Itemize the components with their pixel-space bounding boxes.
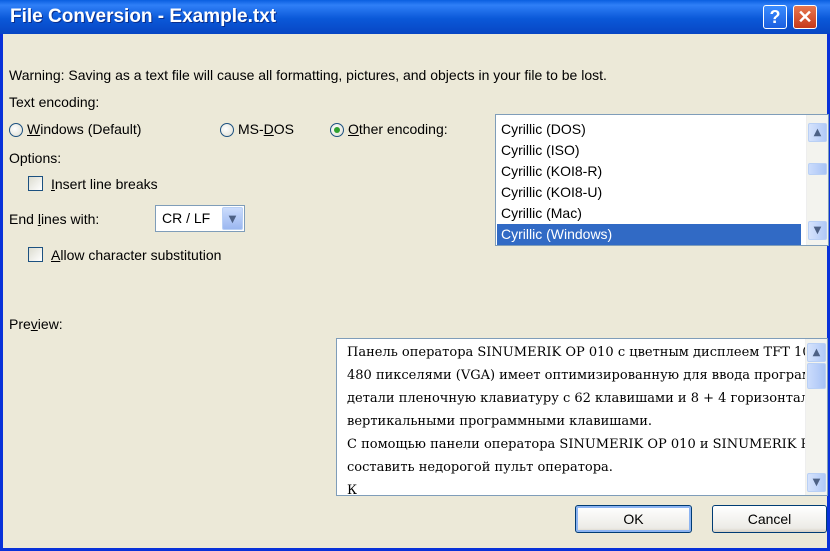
cancel-button[interactable]: Cancel [712, 505, 827, 533]
close-button[interactable]: ✕ [793, 5, 817, 29]
encoding-list-item[interactable]: Cyrillic (DOS) [497, 119, 801, 140]
scroll-thumb[interactable] [808, 163, 827, 175]
scroll-down-icon[interactable]: ▼ [808, 221, 827, 240]
encoding-list-item[interactable]: Cyrillic (KOI8-U) [497, 182, 801, 203]
encoding-list-item-selected[interactable]: Cyrillic (Windows) [497, 224, 801, 245]
warning-text: Warning: Saving as a text file will caus… [9, 67, 607, 83]
insert-line-breaks-label[interactable]: Insert line breaks [51, 176, 158, 192]
scroll-up-icon[interactable]: ▲ [808, 123, 827, 142]
radio-windows-default-label[interactable]: Windows (Default) [27, 121, 141, 137]
encoding-list-item[interactable]: Cyrillic (Mac) [497, 203, 801, 224]
radio-other-encoding-label[interactable]: Other encoding: [348, 121, 448, 137]
preview-label: Preview: [9, 316, 63, 332]
preview-content: Панель оператора SINUMERIK OP 010 с цвет… [347, 341, 828, 496]
preview-line: 480 пикселями (VGA) имеет оптимизированн… [347, 368, 827, 383]
help-button[interactable]: ? [763, 5, 787, 29]
preview-textbox[interactable]: Панель оператора SINUMERIK OP 010 с цвет… [336, 338, 828, 496]
allow-substitution-checkbox[interactable] [28, 247, 43, 262]
preview-line: составить недорогой пульт оператора. [347, 460, 613, 475]
allow-substitution-label[interactable]: Allow character substitution [51, 247, 221, 263]
options-label: Options: [9, 150, 62, 166]
end-lines-dropdown[interactable]: CR / LF ▼ [155, 205, 245, 232]
radio-windows-default[interactable] [9, 123, 23, 137]
encoding-listbox[interactable]: Cyrillic (DOS) Cyrillic (ISO) Cyrillic (… [495, 114, 829, 246]
ok-button[interactable]: OK [575, 505, 692, 533]
text-encoding-label: Text encoding: [9, 94, 100, 110]
encoding-list-item[interactable]: Cyrillic (ISO) [497, 140, 801, 161]
preview-line: С помощью панели оператора SINUMERIK OP … [347, 437, 828, 452]
insert-line-breaks-checkbox[interactable] [28, 176, 43, 191]
preview-scrollbar[interactable]: ▲ ▼ [805, 339, 827, 495]
end-lines-value: CR / LF [162, 210, 211, 226]
end-lines-label: End lines with: [9, 211, 100, 227]
preview-line: К [347, 483, 358, 496]
preview-line: Панель оператора SINUMERIK OP 010 с цвет… [347, 345, 827, 360]
scroll-down-icon[interactable]: ▼ [807, 473, 826, 492]
scroll-thumb[interactable] [807, 363, 826, 389]
encoding-list-scrollbar[interactable]: ▲ ▼ [806, 115, 828, 245]
chevron-down-icon[interactable]: ▼ [222, 207, 243, 230]
preview-line: детали пленочную клавиатуру с 62 клавиша… [347, 391, 828, 406]
radio-ms-dos-label[interactable]: MS-DOS [238, 121, 294, 137]
encoding-list-item[interactable]: Cyrillic (KOI8-R) [497, 161, 801, 182]
file-conversion-dialog: File Conversion - Example.txt ? ✕ Warnin… [0, 0, 830, 551]
radio-ms-dos[interactable] [220, 123, 234, 137]
title-bar[interactable]: File Conversion - Example.txt ? ✕ [0, 0, 830, 34]
radio-other-encoding[interactable] [330, 123, 344, 137]
dialog-title: File Conversion - Example.txt [10, 6, 277, 27]
scroll-up-icon[interactable]: ▲ [807, 343, 826, 362]
preview-line: вертикальными программными клавишами. [347, 414, 653, 429]
